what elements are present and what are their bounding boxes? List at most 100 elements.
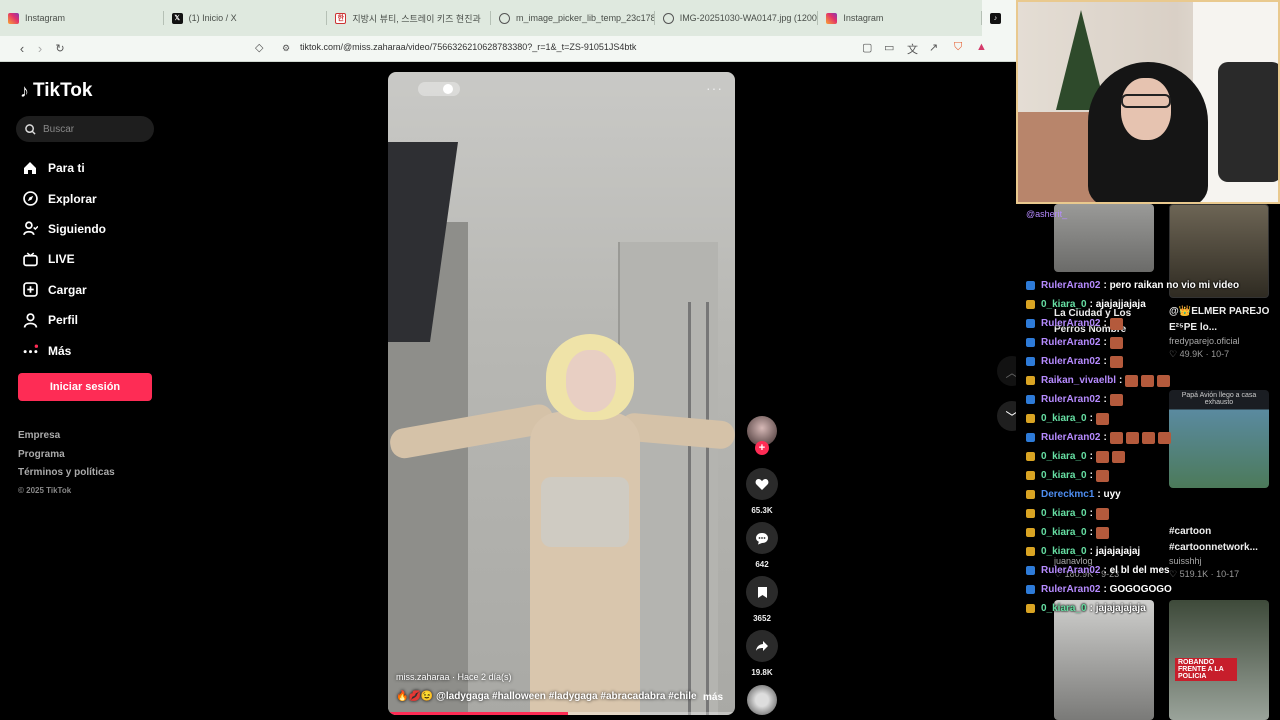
search-input[interactable] (43, 123, 143, 135)
streamer-face (1121, 78, 1171, 140)
video-progress-bar[interactable] (388, 712, 735, 715)
video-more-icon[interactable]: ··· (706, 80, 723, 96)
chat-username[interactable]: RulerAran02 (1041, 394, 1100, 405)
brave-shield-icon[interactable]: ⛉ (954, 41, 962, 54)
sidebar-item-para-ti[interactable]: Para ti (22, 153, 106, 183)
search-icon (25, 123, 36, 135)
korean-site-icon: 한 (335, 12, 347, 24)
like-action[interactable]: 65.3K (746, 468, 778, 515)
heart-icon[interactable] (746, 468, 778, 500)
crown-badge-icon (1026, 300, 1035, 309)
chat-username[interactable]: RulerAran02 (1041, 318, 1100, 329)
chat-message: 0_kiara_0: ajajajjajaja (1026, 295, 1272, 314)
video-player[interactable]: ··· miss.zaharaa · Hace 2 día(s) 🔥💋😉 @la… (388, 72, 735, 715)
chat-username[interactable]: 0_kiara_0 (1041, 413, 1087, 424)
chat-message: RulerAran02: (1026, 390, 1272, 409)
sidebar-item-live[interactable]: LIVE (22, 244, 106, 274)
video-author-line[interactable]: miss.zaharaa · Hace 2 día(s) (396, 672, 512, 682)
footer-link-programa[interactable]: Programa (18, 449, 115, 468)
logo-text: TikTok (33, 80, 93, 101)
comment-icon[interactable] (746, 522, 778, 554)
chat-username[interactable]: 0_kiara_0 (1041, 603, 1087, 614)
save-action[interactable]: 3652 (746, 576, 778, 623)
cast-icon[interactable]: ▭ (884, 41, 894, 54)
chat-emote-icon (1111, 450, 1125, 463)
site-info-icon[interactable]: ⚙ (282, 43, 290, 54)
comment-action[interactable]: 642 (746, 522, 778, 569)
chat-text: : (1103, 432, 1107, 443)
suggested-thumb[interactable] (1054, 600, 1154, 720)
browser-tab[interactable]: Instagram (818, 0, 982, 36)
translate-icon[interactable]: 文 (907, 41, 918, 57)
forward-icon[interactable]: › (30, 41, 50, 56)
chat-emote-icon (1109, 393, 1123, 406)
video-caption[interactable]: 🔥💋😉 @ladygaga #halloween #ladygaga #abra… (396, 691, 697, 702)
browser-tab[interactable]: ♪ (982, 0, 1016, 36)
instagram-icon (8, 12, 19, 24)
suggested-thumb[interactable] (1054, 204, 1154, 272)
chat-emote-icon (1095, 526, 1109, 539)
chat-username[interactable]: Raikan_vivaelbl (1041, 375, 1116, 386)
browser-tab[interactable]: Instagram (0, 0, 164, 36)
chat-username[interactable]: RulerAran02 (1041, 280, 1100, 291)
globe-icon (662, 12, 674, 24)
chat-message: RulerAran02: GOGOGOGO (1026, 580, 1272, 599)
browser-tab-title: (1) Inicio / X (188, 13, 237, 23)
tiktok-logo[interactable]: ♪ TikTok (20, 80, 92, 102)
bookmark-icon[interactable] (746, 576, 778, 608)
chat-username[interactable]: 0_kiara_0 (1041, 451, 1087, 462)
browser-tab[interactable]: 𝕏 (1) Inicio / X (164, 0, 328, 36)
follow-plus-icon[interactable]: + (755, 441, 769, 455)
footer-link-empresa[interactable]: Empresa (18, 430, 115, 449)
chat-text: : pero raikan no vio mi video (1103, 280, 1240, 291)
crown-badge-icon (1026, 547, 1035, 556)
chat-username[interactable]: Dereckmc1 (1041, 489, 1094, 500)
chat-username[interactable]: 0_kiara_0 (1041, 527, 1087, 538)
share-icon[interactable]: ↗ (929, 41, 938, 54)
chat-username[interactable]: RulerAran02 (1041, 432, 1100, 443)
share-action[interactable]: 19.8K (746, 630, 778, 677)
streamer-webcam (1016, 0, 1280, 204)
sidebar-item-mas[interactable]: Más (22, 335, 106, 365)
crown-badge-icon (1026, 471, 1035, 480)
video-progress-fill (388, 712, 569, 715)
prime-badge-icon (1026, 357, 1035, 366)
reload-icon[interactable]: ↻ (50, 42, 70, 55)
chat-username[interactable]: RulerAran02 (1041, 584, 1100, 595)
music-disc-icon[interactable] (747, 685, 777, 715)
caption-more-link[interactable]: más (703, 692, 723, 703)
chat-emote-icon (1109, 355, 1123, 368)
url-text[interactable]: tiktok.com/@miss.zaharaa/video/756632621… (300, 42, 636, 52)
chat-username[interactable]: 0_kiara_0 (1041, 508, 1087, 519)
chat-emote-icon (1109, 336, 1123, 349)
chat-text: : (1089, 413, 1093, 424)
bookmark-icon[interactable]: ◇ (255, 41, 263, 54)
browser-tab[interactable]: m_image_picker_lib_temp_23c1785 (491, 0, 655, 36)
chat-username[interactable]: RulerAran02 (1041, 356, 1100, 367)
chat-username[interactable]: RulerAran02 (1041, 565, 1100, 576)
sidebar-item-siguiendo[interactable]: Siguiendo (22, 214, 106, 244)
share-arrow-icon[interactable] (746, 630, 778, 662)
reader-icon[interactable]: ▢ (862, 41, 872, 54)
tiktok-note-icon: ♪ (20, 80, 29, 101)
chat-username[interactable]: RulerAran02 (1041, 337, 1100, 348)
crown-badge-icon (1026, 604, 1035, 613)
login-button[interactable]: Iniciar sesión (18, 373, 152, 401)
sidebar-item-label: Perfil (48, 313, 79, 328)
chat-username[interactable]: 0_kiara_0 (1041, 470, 1087, 481)
crown-badge-icon (1026, 414, 1035, 423)
suggested-thumb[interactable]: ROBANDO FRENTE A LA POLICIA (1169, 600, 1269, 720)
footer-link-terminos[interactable]: Términos y políticas (18, 467, 115, 486)
volume-slider[interactable] (418, 82, 460, 96)
chat-username[interactable]: 0_kiara_0 (1041, 299, 1087, 310)
sidebar-item-explorar[interactable]: Explorar (22, 183, 106, 213)
sidebar-item-perfil[interactable]: Perfil (22, 305, 106, 335)
back-icon[interactable]: ‹ (12, 41, 32, 56)
volume-knob[interactable] (443, 84, 453, 94)
browser-tab[interactable]: 한 지방시 뷰티, 스트레이 키즈 현진과 (327, 0, 491, 36)
chat-username[interactable]: 0_kiara_0 (1041, 546, 1087, 557)
rewards-icon[interactable]: ▲ (976, 41, 987, 53)
search-box[interactable] (16, 116, 154, 142)
browser-tab[interactable]: IMG-20251030-WA0147.jpg (1200× (655, 0, 818, 36)
sidebar-item-cargar[interactable]: Cargar (22, 275, 106, 305)
